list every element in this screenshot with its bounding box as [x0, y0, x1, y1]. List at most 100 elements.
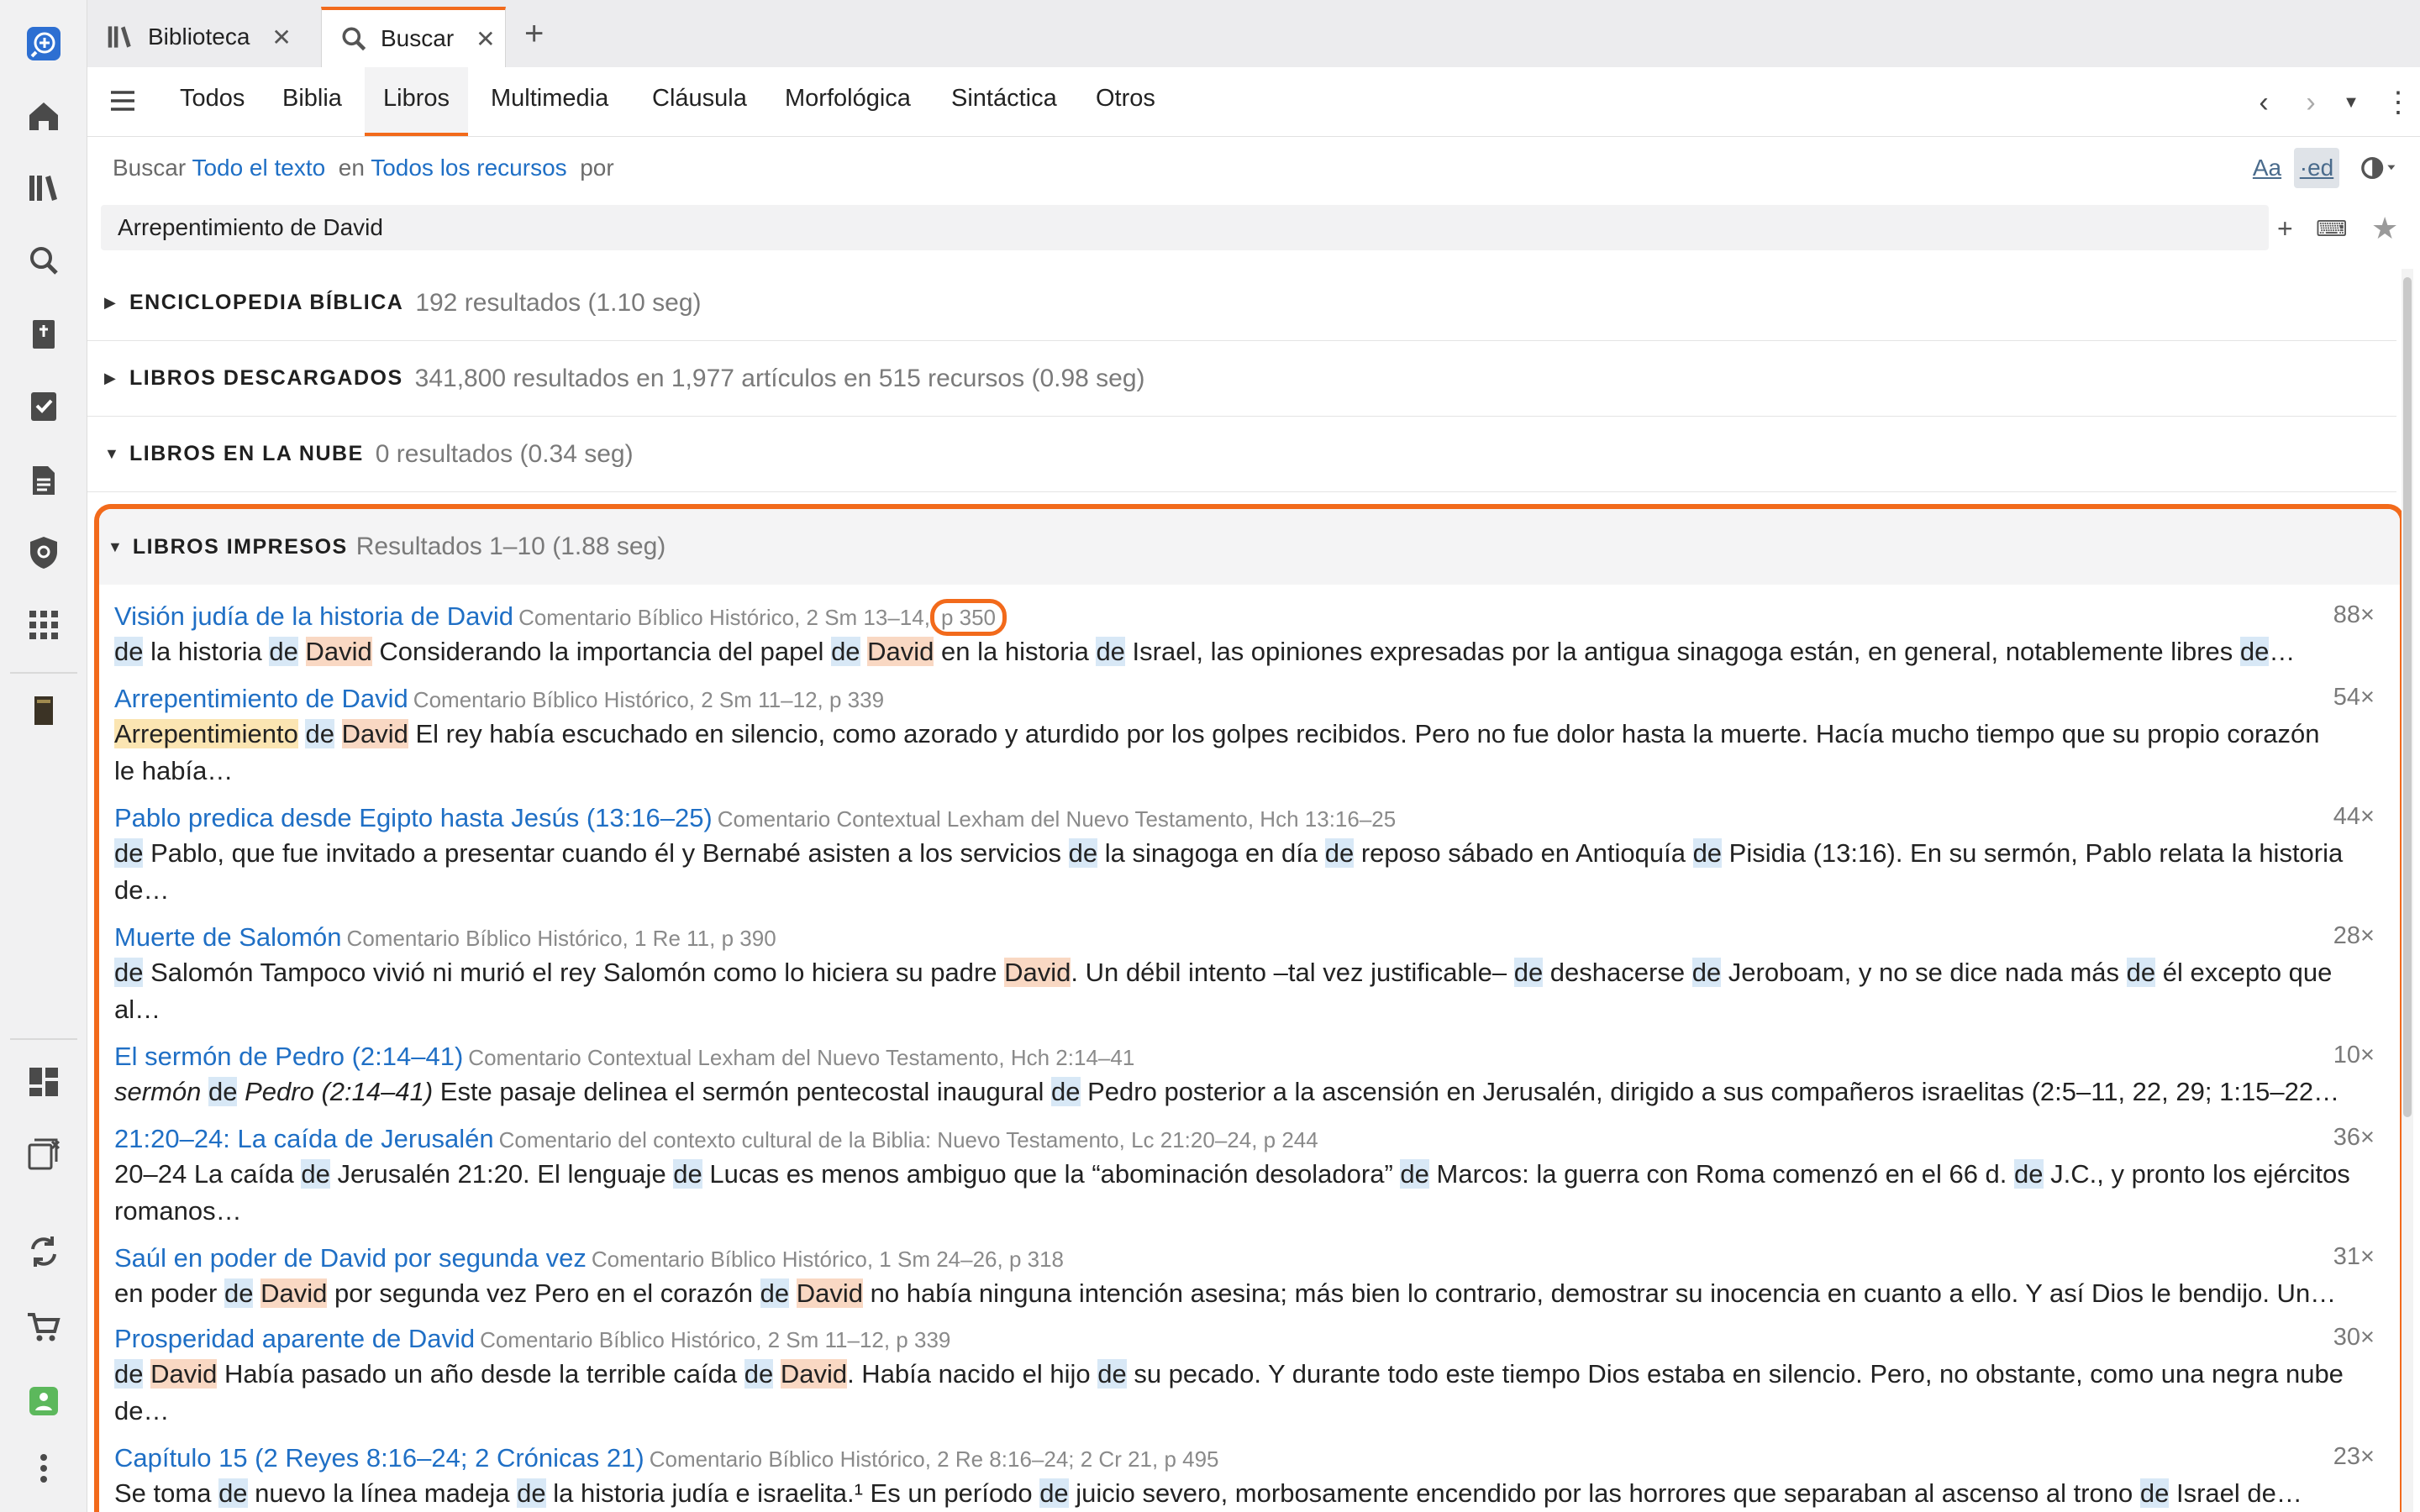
more-vertical-icon[interactable] — [20, 1445, 67, 1492]
sync-icon[interactable] — [20, 1228, 67, 1275]
result-hit-count: 36× — [2333, 1124, 2375, 1151]
library-icon[interactable] — [20, 165, 67, 212]
result-snippet[interactable]: de David Había pasado un año desde la te… — [114, 1356, 2375, 1430]
tasks-icon[interactable] — [20, 383, 67, 430]
user-avatar-icon[interactable] — [20, 1378, 67, 1425]
result-title-link[interactable]: Visión judía de la historia de David — [114, 601, 513, 631]
close-icon[interactable]: ✕ — [271, 24, 291, 51]
result-snippet[interactable]: Arrepentimiento de David El rey había es… — [114, 716, 2375, 790]
display-options-icon[interactable] — [2353, 148, 2403, 188]
hit-highlight: de — [114, 958, 144, 987]
sidebar-divider — [10, 1038, 77, 1040]
collapse-arrow-icon: ▼ — [104, 445, 119, 462]
document-icon[interactable] — [20, 457, 67, 504]
result-snippet[interactable]: sermón de Pedro (2:14–41) Este pasaje de… — [114, 1074, 2375, 1110]
hit-highlight: de — [2014, 1159, 2044, 1189]
dashboard-icon[interactable] — [20, 1058, 67, 1105]
result-snippet[interactable]: de Pablo, que fue invitado a presentar c… — [114, 835, 2375, 909]
tab-buscar[interactable]: Buscar ✕ — [321, 7, 506, 67]
hit-highlight: de — [1324, 838, 1355, 868]
shield-icon[interactable] — [20, 529, 67, 576]
hit-highlight: de — [224, 1278, 254, 1308]
forward-arrow-icon[interactable]: › — [2294, 86, 2328, 119]
result-item: Muerte de Salomón Comentario Bíblico Hist… — [114, 922, 2375, 1028]
result-source: Comentario Bíblico Histórico, 2 Re 8:16–… — [649, 1446, 1219, 1472]
category-libros[interactable]: Libros — [365, 67, 468, 136]
section-header[interactable]: ▼ LIBROS IMPRESOS Resultados 1–10 (1.88 … — [99, 509, 2400, 585]
search-icon[interactable] — [20, 237, 67, 284]
history-dropdown-icon[interactable]: ▼ — [2334, 86, 2368, 119]
cart-icon[interactable] — [20, 1304, 67, 1351]
bible-icon[interactable] — [20, 311, 67, 358]
category-biblia[interactable]: Biblia — [264, 67, 360, 136]
hit-highlight: de — [831, 637, 860, 666]
result-source: Comentario Contextual Lexham del Nuevo T… — [717, 806, 1397, 832]
app-logo-icon[interactable] — [20, 20, 67, 67]
sidebar-divider — [10, 672, 77, 674]
scrollbar-thumb[interactable] — [2403, 277, 2412, 1117]
result-title-link[interactable]: Muerte de Salomón — [114, 922, 342, 952]
section-enciclopedia-biblica[interactable]: ▶ ENCICLOPEDIA BÍBLICA 192 resultados (1… — [87, 265, 2396, 341]
back-arrow-icon[interactable]: ‹ — [2247, 86, 2281, 119]
category-multimedia[interactable]: Multimedia — [472, 67, 627, 136]
category-sintactica[interactable]: Sintáctica — [933, 67, 1076, 136]
result-title-link[interactable]: El sermón de Pedro (2:14–41) — [114, 1042, 463, 1071]
favorite-star-icon[interactable]: ★ — [2371, 212, 2398, 245]
category-morfologica[interactable]: Morfológica — [766, 67, 929, 136]
hit-highlight: de — [301, 1159, 330, 1189]
section-libros-descargados[interactable]: ▶ LIBROS DESCARGADOS 341,800 resultados … — [87, 341, 2396, 417]
result-source: Comentario Bíblico Histórico, 1 Sm 24–26… — [591, 1247, 1065, 1272]
result-source: Comentario Bíblico Histórico, 2 Sm 11–12… — [413, 687, 885, 712]
result-title-link[interactable]: Saúl en poder de David por segunda vez — [114, 1243, 587, 1273]
resources-selector[interactable]: Todos los recursos — [371, 155, 566, 181]
menu-icon[interactable] — [106, 84, 139, 118]
match-all-forms-icon[interactable]: ·ed — [2294, 148, 2339, 188]
category-todos[interactable]: Todos — [161, 67, 263, 136]
section-title: LIBROS IMPRESOS — [132, 534, 348, 559]
section-info: 0 resultados (0.34 seg) — [375, 439, 634, 468]
hit-highlight: de — [517, 1478, 546, 1508]
category-otros[interactable]: Otros — [1077, 67, 1174, 136]
result-title-link[interactable]: Pablo predica desde Egipto hasta Jesús (… — [114, 803, 713, 832]
hit-highlight: David — [780, 1359, 848, 1389]
result-title-link[interactable]: Capítulo 15 (2 Reyes 8:16–24; 2 Crónicas… — [114, 1443, 644, 1473]
match-case-icon[interactable]: Aa — [2245, 148, 2289, 188]
result-snippet[interactable]: de la historia de David Considerando la … — [114, 633, 2375, 670]
result-snippet[interactable]: de Salomón Tampoco vivió ni murió el rey… — [114, 954, 2375, 1028]
section-info: Resultados 1–10 (1.88 seg) — [355, 533, 666, 560]
criteria-in: en — [338, 155, 365, 181]
result-title-link[interactable]: 21:20–24: La caída de Jerusalén — [114, 1124, 494, 1153]
result-item: Capítulo 15 (2 Reyes 8:16–24; 2 Crónicas… — [114, 1443, 2375, 1512]
result-snippet[interactable]: Se toma de nuevo la línea madeja de la h… — [114, 1475, 2375, 1512]
add-term-icon[interactable]: + — [2277, 212, 2293, 245]
scope-selector[interactable]: Todo el texto — [192, 155, 325, 181]
category-clausula[interactable]: Cláusula — [634, 67, 765, 136]
result-title-link[interactable]: Arrepentimiento de David — [114, 684, 408, 713]
hit-highlight: de — [208, 1077, 238, 1106]
apps-grid-icon[interactable] — [20, 601, 67, 648]
section-libros-en-la-nube[interactable]: ▼ LIBROS EN LA NUBE 0 resultados (0.34 s… — [87, 417, 2396, 492]
hit-highlight: de — [114, 637, 144, 666]
hit-highlight: de — [2126, 958, 2156, 987]
close-layout-icon[interactable] — [20, 1131, 67, 1178]
library-icon — [104, 20, 138, 54]
new-tab-button[interactable]: + — [524, 15, 544, 52]
result-item: Pablo predica desde Egipto hasta Jesús (… — [114, 803, 2375, 909]
result-item: Prosperidad aparente de David Comentario … — [114, 1324, 2375, 1430]
book-resource-icon[interactable] — [20, 687, 67, 734]
hit-highlight: de — [1068, 838, 1098, 868]
keyboard-icon[interactable]: ⌨ — [2316, 212, 2348, 245]
home-icon[interactable] — [20, 92, 67, 139]
more-options-icon[interactable]: ⋮ — [2381, 86, 2415, 119]
close-icon[interactable]: ✕ — [476, 25, 495, 53]
result-item: Visión judía de la historia de David Come… — [114, 599, 2375, 670]
hit-highlight: de — [1691, 958, 1722, 987]
result-source: Comentario Contextual Lexham del Nuevo T… — [468, 1045, 1135, 1070]
result-snippet[interactable]: 20–24 La caída de Jerusalén 21:20. El le… — [114, 1156, 2375, 1230]
result-item: 21:20–24: La caída de Jerusalén Comentari… — [114, 1124, 2375, 1230]
hit-highlight: de — [760, 1278, 790, 1308]
result-snippet[interactable]: en poder de David por segunda vez Pero e… — [114, 1275, 2375, 1312]
result-title-link[interactable]: Prosperidad aparente de David — [114, 1324, 475, 1353]
tab-biblioteca[interactable]: Biblioteca ✕ — [104, 7, 292, 67]
search-input[interactable] — [101, 205, 2269, 250]
